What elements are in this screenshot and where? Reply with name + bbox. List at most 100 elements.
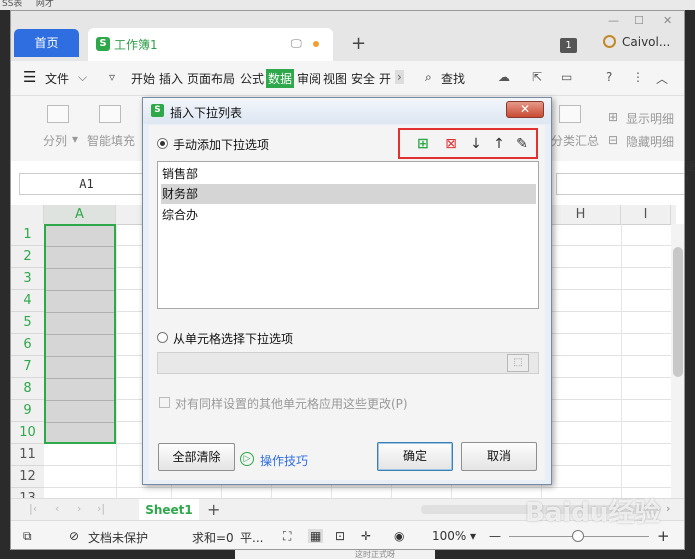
macro-record-icon[interactable]: ⧉: [23, 529, 32, 544]
ribbon-smart-fill[interactable]: 智能填充: [87, 132, 135, 149]
tab-workbook[interactable]: S 工作簿1 🖵: [88, 28, 333, 61]
ribbon-hide-detail[interactable]: 隐藏明细: [626, 133, 674, 150]
share-icon[interactable]: ⇱: [532, 70, 542, 84]
menu-tab-data[interactable]: 数据: [266, 69, 295, 88]
formula-input[interactable]: [556, 173, 684, 195]
file-dropdown-chevron-icon[interactable]: ⌵: [78, 70, 87, 85]
name-box[interactable]: A1: [19, 173, 154, 195]
row-header[interactable]: 3: [11, 268, 44, 290]
menu-tab-formula[interactable]: 公式: [240, 70, 264, 87]
minimize-icon[interactable]: —: [608, 14, 619, 27]
menu-tab-page-layout[interactable]: 页面布局: [187, 70, 235, 87]
column-header-h[interactable]: H: [541, 205, 621, 224]
help-icon[interactable]: ?: [606, 70, 612, 84]
apply-same-checkbox[interactable]: [159, 397, 170, 408]
tab-home[interactable]: 首页: [14, 29, 79, 57]
zoom-out-icon[interactable]: —: [489, 529, 501, 543]
close-icon[interactable]: ✕: [663, 14, 672, 27]
zoom-in-icon[interactable]: +: [657, 527, 670, 545]
normal-view-icon[interactable]: ▦: [308, 529, 324, 543]
last-sheet-icon[interactable]: ›|: [97, 502, 105, 515]
ribbon-split-dropdown-icon[interactable]: ▾: [72, 132, 78, 146]
add-item-icon[interactable]: ⊞: [415, 136, 431, 152]
reading-mode-eye-icon[interactable]: ◉: [394, 529, 404, 543]
row-header[interactable]: 7: [11, 356, 44, 378]
ribbon-split[interactable]: 分列: [43, 132, 67, 149]
ok-button[interactable]: 确定: [377, 442, 453, 471]
edit-item-icon[interactable]: ✎: [514, 136, 530, 152]
monitor-icon[interactable]: 🖵: [291, 37, 302, 51]
vertical-scrollbar-thumb[interactable]: [673, 247, 683, 377]
operation-tips-link[interactable]: 操作技巧: [260, 452, 308, 469]
protection-status[interactable]: 文档未保护: [88, 529, 148, 546]
menu-tab-start[interactable]: 开始: [131, 70, 155, 87]
row-header[interactable]: 2: [11, 246, 44, 268]
menu-tab-security[interactable]: 安全: [351, 70, 375, 87]
manual-options-radio[interactable]: [157, 138, 168, 149]
list-item-selected[interactable]: 财务部: [161, 184, 536, 204]
menu-tab-more[interactable]: 开: [379, 70, 391, 87]
search-icon[interactable]: ⌕: [425, 70, 432, 85]
user-account[interactable]: Caivol...: [603, 35, 670, 49]
list-item[interactable]: 综合办: [161, 205, 536, 225]
ribbon-subtotal[interactable]: 分类汇总: [551, 132, 599, 149]
dialog-title-bar[interactable]: S 插入下拉列表 ✕: [143, 98, 551, 124]
dialog-close-button[interactable]: ✕: [506, 101, 544, 118]
apply-same-label[interactable]: 对有同样设置的其他单元格应用这些更改(P): [175, 395, 408, 412]
hamburger-menu-icon[interactable]: ☰: [23, 68, 36, 86]
scroll-right-icon[interactable]: ›: [666, 502, 670, 515]
move-down-icon[interactable]: ↓: [468, 136, 484, 152]
cancel-button[interactable]: 取消: [461, 442, 537, 471]
more-options-icon[interactable]: ⋮: [632, 70, 644, 84]
row-header[interactable]: 5: [11, 312, 44, 334]
manual-options-label[interactable]: 手动添加下拉选项: [173, 136, 269, 153]
smart-fill-icon[interactable]: [99, 105, 121, 123]
subtotal-icon[interactable]: [559, 105, 581, 123]
row-header[interactable]: 8: [11, 378, 44, 400]
cell-range-input[interactable]: [157, 352, 539, 374]
row-header[interactable]: 12: [11, 466, 44, 488]
page-break-view-icon[interactable]: ⊡: [335, 529, 345, 543]
window-count-badge[interactable]: 1: [560, 38, 577, 53]
prev-sheet-icon[interactable]: ‹: [55, 502, 59, 515]
hide-detail-minus-icon[interactable]: ⊟: [608, 133, 618, 147]
row-header[interactable]: 9: [11, 400, 44, 422]
tips-icon[interactable]: ▷: [240, 452, 254, 466]
sheet-tab-sheet1[interactable]: Sheet1: [139, 499, 199, 521]
column-header-i[interactable]: I: [621, 205, 671, 224]
freeze-panes-icon[interactable]: ✛: [361, 529, 371, 543]
collapse-ribbon-icon[interactable]: ︿: [656, 70, 668, 87]
list-item[interactable]: 销售部: [161, 164, 536, 184]
menu-scroll-right-icon[interactable]: ›: [395, 70, 404, 84]
range-picker-icon[interactable]: ⬚: [507, 354, 529, 372]
cloud-icon[interactable]: ☁: [498, 70, 510, 84]
zoom-slider-thumb[interactable]: [572, 530, 584, 542]
new-tab-plus-icon[interactable]: +: [351, 33, 366, 54]
zoom-level[interactable]: 100%: [432, 529, 466, 543]
menu-tab-view[interactable]: 视图: [323, 70, 347, 87]
menu-file[interactable]: 文件: [45, 70, 69, 87]
row-header[interactable]: 1: [11, 224, 44, 246]
cell-options-label[interactable]: 从单元格选择下拉选项: [173, 330, 293, 347]
show-detail-plus-icon[interactable]: ⊞: [608, 110, 618, 124]
dropdown-options-list[interactable]: 销售部 财务部 综合办: [157, 161, 539, 309]
fit-screen-icon[interactable]: ⛶: [283, 529, 291, 544]
menu-tab-review[interactable]: 审阅: [297, 70, 321, 87]
ribbon-show-detail[interactable]: 显示明细: [626, 110, 674, 127]
menu-search[interactable]: 查找: [441, 70, 465, 87]
row-header[interactable]: 4: [11, 290, 44, 312]
menu-tab-insert[interactable]: 插入: [159, 70, 183, 87]
select-all-corner[interactable]: [11, 205, 44, 224]
first-sheet-icon[interactable]: |‹: [29, 502, 37, 515]
zoom-dropdown-icon[interactable]: ▾: [470, 529, 476, 543]
split-columns-icon[interactable]: [47, 105, 69, 123]
selected-range-a1-a10[interactable]: [44, 224, 116, 444]
maximize-icon[interactable]: ☐: [634, 14, 644, 27]
column-header-a[interactable]: A: [44, 205, 116, 224]
cell-options-radio[interactable]: [157, 332, 168, 343]
row-header[interactable]: 6: [11, 334, 44, 356]
next-sheet-icon[interactable]: ›: [77, 502, 81, 515]
more-commands-chevron-icon[interactable]: ▿: [109, 70, 115, 84]
add-sheet-plus-icon[interactable]: +: [207, 500, 220, 519]
row-header[interactable]: 10: [11, 422, 44, 444]
